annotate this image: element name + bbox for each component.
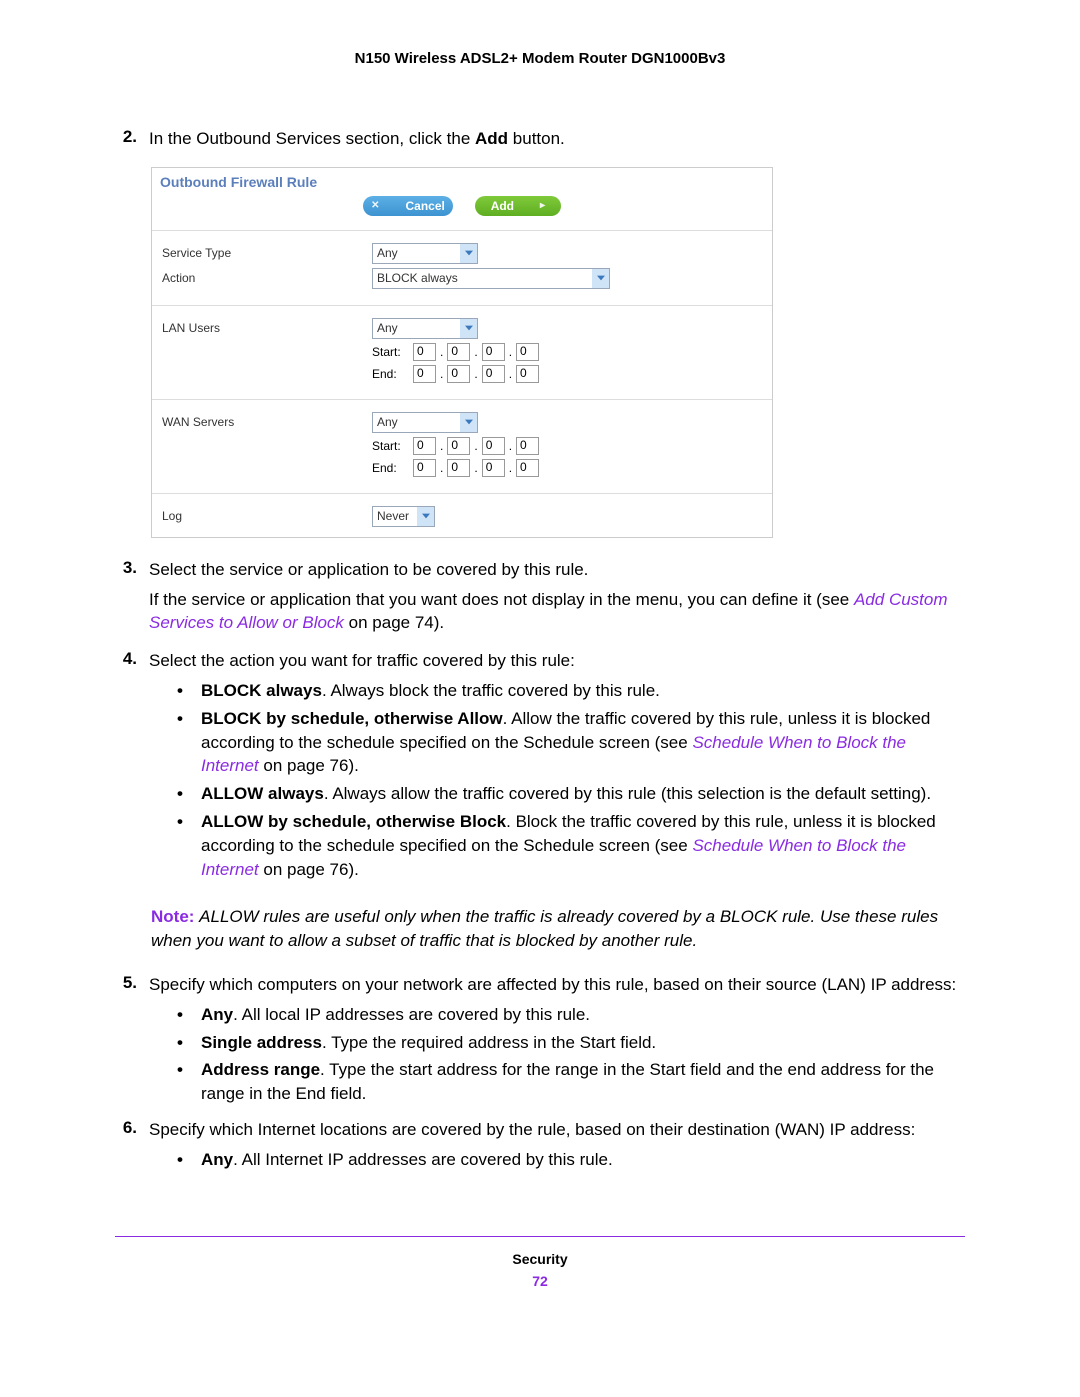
- chevron-down-icon: [592, 269, 609, 288]
- wan-end-octet[interactable]: 0: [482, 459, 505, 477]
- step-3-line1: Select the service or application to be …: [149, 558, 965, 582]
- action-label: Action: [162, 271, 372, 285]
- step-number: 4.: [115, 649, 149, 885]
- firewall-rule-screenshot: Outbound Firewall Rule ✕ Cancel Add ▸ Se…: [151, 167, 773, 538]
- wan-end-octet[interactable]: 0: [413, 459, 436, 477]
- step-2-text: In the Outbound Services section, click …: [149, 127, 965, 151]
- step-number: 6.: [115, 1118, 149, 1176]
- chevron-down-icon: [460, 413, 477, 432]
- wan-end-row: End: 0. 0. 0. 0: [372, 459, 762, 477]
- step-6-intro: Specify which Internet locations are cov…: [149, 1118, 965, 1142]
- step-number: 5.: [115, 973, 149, 1110]
- wan-servers-label: WAN Servers: [162, 415, 372, 429]
- page-footer: Security 72: [115, 1236, 965, 1289]
- bullet: • BLOCK by schedule, otherwise Allow. Al…: [149, 707, 965, 778]
- wan-end-octet[interactable]: 0: [516, 459, 539, 477]
- lan-start-octet[interactable]: 0: [413, 343, 436, 361]
- step-number: 2.: [115, 127, 149, 157]
- footer-section: Security: [115, 1251, 965, 1267]
- lan-end-octet[interactable]: 0: [516, 365, 539, 383]
- wan-servers-select[interactable]: Any: [372, 412, 478, 433]
- wan-start-row: Start: 0. 0. 0. 0: [372, 437, 762, 455]
- lan-users-label: LAN Users: [162, 321, 372, 335]
- lan-start-row: Start: 0. 0. 0. 0: [372, 343, 762, 361]
- bullet: • Any. All local IP addresses are covere…: [149, 1003, 965, 1027]
- bullet: • ALLOW by schedule, otherwise Block. Bl…: [149, 810, 965, 881]
- lan-end-row: End: 0. 0. 0. 0: [372, 365, 762, 383]
- lan-start-octet[interactable]: 0: [516, 343, 539, 361]
- step-3-line2: If the service or application that you w…: [149, 588, 965, 636]
- bullet: • Address range. Type the start address …: [149, 1058, 965, 1106]
- log-select[interactable]: Never: [372, 506, 435, 527]
- lan-end-octet[interactable]: 0: [482, 365, 505, 383]
- screenshot-title: Outbound Firewall Rule: [160, 174, 317, 190]
- step-2: 2. In the Outbound Services section, cli…: [115, 127, 965, 157]
- wan-start-octet[interactable]: 0: [516, 437, 539, 455]
- note-block: Note: ALLOW rules are useful only when t…: [151, 905, 965, 953]
- action-select[interactable]: BLOCK always: [372, 268, 610, 289]
- wan-start-octet[interactable]: 0: [413, 437, 436, 455]
- step-5: 5. Specify which computers on your netwo…: [115, 973, 965, 1110]
- step-4: 4. Select the action you want for traffi…: [115, 649, 965, 885]
- bullet: • Any. All Internet IP addresses are cov…: [149, 1148, 965, 1172]
- wan-start-octet[interactable]: 0: [482, 437, 505, 455]
- add-button[interactable]: Add ▸: [475, 196, 561, 216]
- service-type-label: Service Type: [162, 246, 372, 260]
- step-number: 3.: [115, 558, 149, 641]
- step-6: 6. Specify which Internet locations are …: [115, 1118, 965, 1176]
- lan-end-octet[interactable]: 0: [413, 365, 436, 383]
- bullet: • ALLOW always. Always allow the traffic…: [149, 782, 965, 806]
- close-icon: ✕: [371, 200, 379, 211]
- wan-start-octet[interactable]: 0: [447, 437, 470, 455]
- lan-end-octet[interactable]: 0: [447, 365, 470, 383]
- lan-users-select[interactable]: Any: [372, 318, 478, 339]
- arrow-right-icon: ▸: [540, 200, 545, 211]
- document-header: N150 Wireless ADSL2+ Modem Router DGN100…: [115, 50, 965, 67]
- cancel-button[interactable]: ✕ Cancel: [363, 196, 453, 216]
- bullet: • BLOCK always. Always block the traffic…: [149, 679, 965, 703]
- footer-page-number: 72: [115, 1273, 965, 1289]
- step-3: 3. Select the service or application to …: [115, 558, 965, 641]
- chevron-down-icon: [460, 319, 477, 338]
- log-label: Log: [162, 509, 372, 523]
- chevron-down-icon: [417, 507, 434, 526]
- chevron-down-icon: [460, 244, 477, 263]
- lan-start-octet[interactable]: 0: [482, 343, 505, 361]
- service-type-select[interactable]: Any: [372, 243, 478, 264]
- wan-end-octet[interactable]: 0: [447, 459, 470, 477]
- step-4-intro: Select the action you want for traffic c…: [149, 649, 965, 673]
- bullet: • Single address. Type the required addr…: [149, 1031, 965, 1055]
- step-5-intro: Specify which computers on your network …: [149, 973, 965, 997]
- lan-start-octet[interactable]: 0: [447, 343, 470, 361]
